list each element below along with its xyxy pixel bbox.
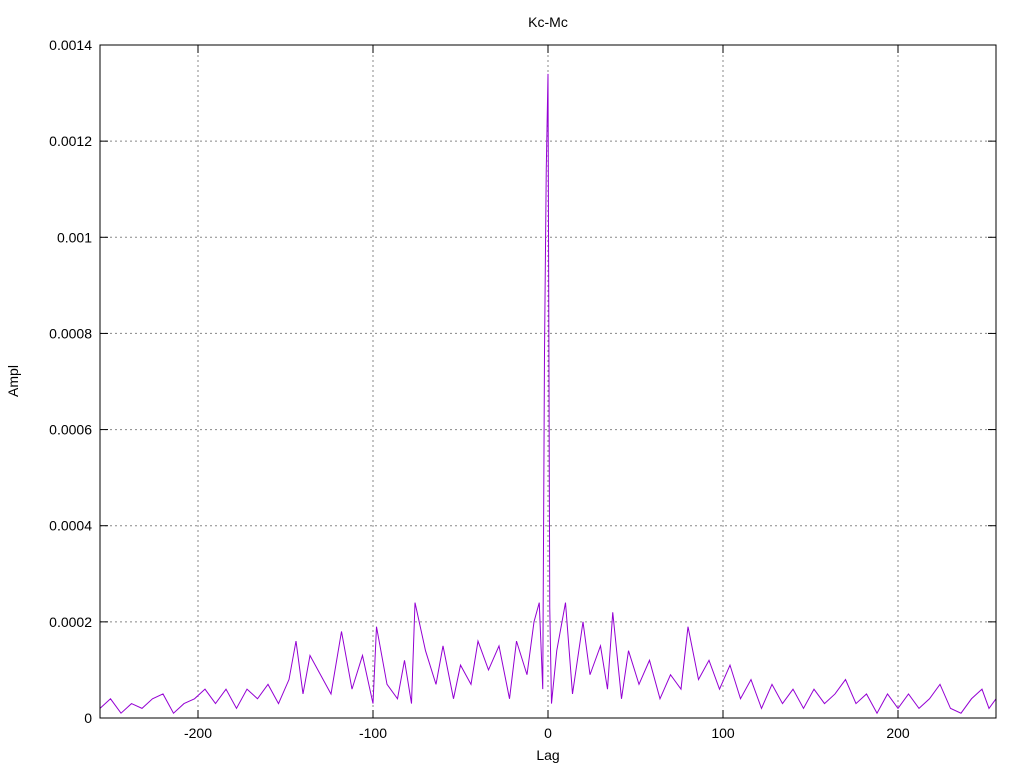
chart-svg: Kc-Mc -200 -100 0 100 200 0 0.0002 0.0004 0.000… bbox=[5, 14, 997, 763]
x-tick-label: 100 bbox=[711, 725, 735, 741]
x-tick-label: -100 bbox=[359, 725, 387, 741]
y-tick-label: 0.0002 bbox=[49, 614, 92, 630]
x-tick-labels: -200 -100 0 100 200 bbox=[184, 725, 910, 741]
y-tick-label: 0.0006 bbox=[49, 422, 92, 438]
chart-title: Kc-Mc bbox=[528, 14, 568, 30]
y-tick-label: 0 bbox=[84, 710, 92, 726]
y-tick-label: 0.0004 bbox=[49, 518, 92, 534]
x-tick-label: -200 bbox=[184, 725, 212, 741]
x-tick-label: 0 bbox=[544, 725, 552, 741]
x-axis-label: Lag bbox=[536, 747, 559, 763]
y-tick-label: 0.0008 bbox=[49, 325, 92, 341]
y-axis-label: Ampl bbox=[5, 365, 21, 397]
y-tick-label: 0.001 bbox=[57, 229, 92, 245]
y-tick-label: 0.0012 bbox=[49, 133, 92, 149]
x-tick-label: 200 bbox=[886, 725, 910, 741]
y-tick-label: 0.0014 bbox=[49, 37, 92, 53]
series-line bbox=[99, 73, 997, 715]
y-tick-labels: 0 0.0002 0.0004 0.0006 0.0008 0.001 0.0012 0.00… bbox=[49, 37, 92, 726]
series-layer bbox=[99, 73, 997, 715]
